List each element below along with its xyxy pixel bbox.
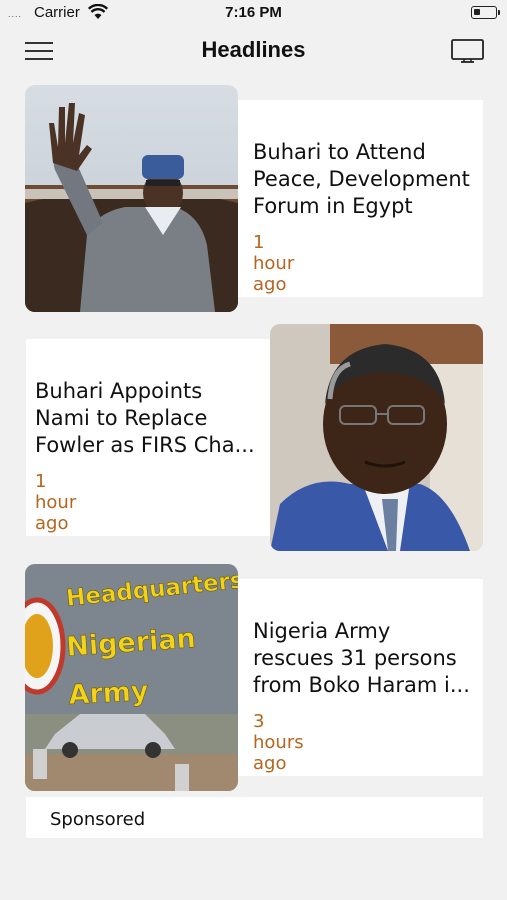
tv-icon[interactable] xyxy=(451,39,484,65)
article-3-title[interactable]: Nigeria Army rescues 31 persons from Bok… xyxy=(253,618,478,699)
article-2-thumbnail[interactable] xyxy=(270,324,483,551)
article-3-thumbnail[interactable]: Headquarters Nigerian Army xyxy=(25,564,238,791)
article-1-thumbnail[interactable] xyxy=(25,85,238,312)
article-1-title[interactable]: Buhari to Attend Peace, Development Foru… xyxy=(253,139,478,220)
article-3-timestamp: 3 hours ago xyxy=(253,711,304,774)
status-time: 7:16 PM xyxy=(225,4,282,21)
status-bar: .... Carrier 7:16 PM xyxy=(0,0,507,26)
sponsored-banner[interactable]: Sponsored xyxy=(26,797,483,838)
battery-tip xyxy=(498,10,500,15)
navigation-bar: Headlines xyxy=(0,26,507,76)
article-1-title-line-3: Forum in Egypt xyxy=(253,194,413,218)
article-3-title-line-2: rescues 31 persons xyxy=(253,646,457,670)
article-2-title-line-3: Fowler as FIRS Cha... xyxy=(35,433,255,457)
article-3-sign-line-3: Army xyxy=(68,676,150,711)
article-3-title-line-1: Nigeria Army xyxy=(253,619,391,643)
article-2-title-line-1: Buhari Appoints xyxy=(35,379,203,403)
article-3-photo: Headquarters Nigerian Army xyxy=(25,564,238,791)
article-2-title[interactable]: Buhari Appoints Nami to Replace Fowler a… xyxy=(35,378,260,459)
article-1-title-line-1: Buhari to Attend xyxy=(253,140,426,164)
article-2-photo xyxy=(270,324,483,551)
battery-icon xyxy=(471,6,497,19)
page-title: Headlines xyxy=(201,37,306,62)
article-3-title-line-3: from Boko Haram i... xyxy=(253,673,470,697)
article-1-timestamp: 1 hour ago xyxy=(253,232,295,295)
article-1-title-line-2: Peace, Development xyxy=(253,167,470,191)
article-2-timestamp: 1 hour ago xyxy=(35,471,77,534)
article-2-title-line-2: Nami to Replace xyxy=(35,406,208,430)
article-1-photo xyxy=(25,85,238,312)
sponsored-label: Sponsored xyxy=(50,809,146,830)
